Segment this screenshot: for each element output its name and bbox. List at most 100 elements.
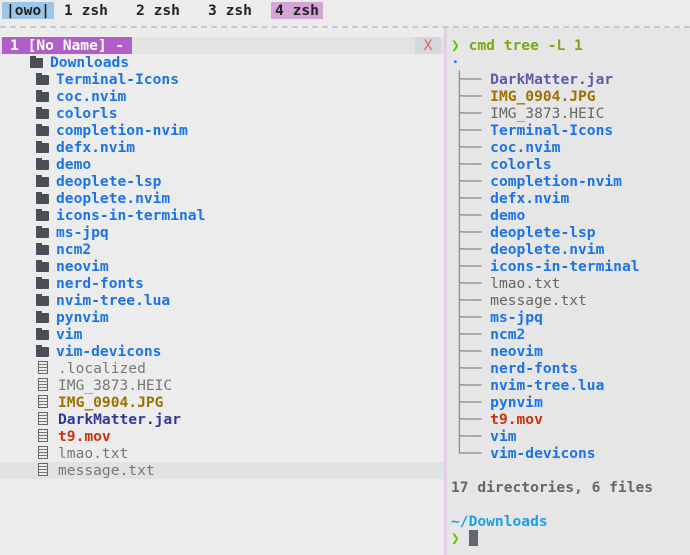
tree-branch: ├──	[455, 139, 491, 156]
tree-branch: ├──	[455, 309, 491, 326]
folder-open-icon	[30, 56, 43, 68]
tree-item[interactable]: t9.mov	[36, 428, 111, 445]
window-tab-3[interactable]: 3 zsh	[204, 2, 256, 19]
file-icon	[38, 446, 48, 459]
folder-icon	[36, 260, 49, 272]
tree-item-label: ms-jpq	[56, 224, 109, 241]
tree-item-label: completion-nvim	[56, 122, 188, 139]
tree-output-line: ├── message.txt	[455, 292, 587, 309]
tree-item-label: .localized	[58, 360, 146, 377]
nvim-tree-pane: 1 [No Name] - X Downloads Terminal-Icons…	[0, 28, 444, 555]
tree-branch: ├──	[455, 190, 491, 207]
tree-item-label: message.txt	[58, 462, 155, 479]
tree-output-name: pynvim	[490, 394, 543, 411]
tree-item-label: vim	[56, 326, 83, 343]
tree-output-name: deoplete-lsp	[490, 224, 596, 241]
tree-item[interactable]: demo	[36, 156, 91, 173]
folder-icon	[36, 328, 49, 340]
tree-item[interactable]: .localized	[36, 360, 146, 377]
session-tab[interactable]: |owo|	[2, 2, 54, 19]
tree-item-label: defx.nvim	[56, 139, 136, 156]
tree-branch: ├──	[455, 275, 491, 292]
file-icon	[38, 361, 48, 374]
tree-output-line: ├── IMG_3873.HEIC	[455, 105, 604, 122]
tree-item-label: Terminal-Icons	[56, 71, 180, 88]
folder-icon	[36, 294, 49, 306]
folder-icon	[36, 192, 49, 204]
tree-item-label: pynvim	[56, 309, 109, 326]
tree-item[interactable]: message.txt	[0, 462, 444, 479]
tree-branch: ├──	[455, 241, 491, 258]
window-tab-2[interactable]: 2 zsh	[132, 2, 184, 19]
folder-icon	[36, 141, 49, 153]
window-tab-4[interactable]: 4 zsh	[271, 2, 323, 19]
tree-item-label: IMG_0904.JPG	[58, 394, 164, 411]
tree-output-name: ms-jpq	[490, 309, 543, 326]
close-buffer-button[interactable]: X	[415, 37, 441, 54]
tree-output-name: ncm2	[490, 326, 526, 343]
tree-item-label: colorls	[56, 105, 118, 122]
tree-output-name: vim-devicons	[490, 445, 596, 462]
buffer-tab[interactable]: 1 [No Name] -	[2, 37, 133, 54]
tree-item[interactable]: IMG_3873.HEIC	[36, 377, 172, 394]
tree-branch: ├──	[455, 326, 491, 343]
tree-item[interactable]: ms-jpq	[36, 224, 109, 241]
tree-root[interactable]: Downloads	[30, 54, 129, 71]
tree-item[interactable]: completion-nvim	[36, 122, 188, 139]
tree-item[interactable]: ncm2	[36, 241, 91, 258]
tree-item-label: neovim	[56, 258, 109, 275]
tree-item[interactable]: pynvim	[36, 309, 109, 326]
tree-output-name: nvim-tree.lua	[490, 377, 605, 394]
tree-item[interactable]: lmao.txt	[36, 445, 128, 462]
tree-root-label: Downloads	[50, 54, 130, 71]
tree-branch: ├──	[455, 156, 491, 173]
tree-branch: ├──	[455, 258, 491, 275]
tree-output-line: ├── neovim	[455, 343, 543, 360]
tree-branch: ├──	[455, 207, 491, 224]
prompt-line[interactable]: ❯	[451, 530, 478, 547]
tree-item-label: deoplete-lsp	[56, 173, 162, 190]
terminal-pane: ❯ cmd tree -L 1 . ├── DarkMatter.jar ├── …	[447, 28, 690, 555]
tree-branch: ├──	[455, 122, 491, 139]
prompt-icon: ❯	[451, 530, 460, 547]
tree-item[interactable]: nvim-tree.lua	[36, 292, 170, 309]
window-tab-1[interactable]: 1 zsh	[60, 2, 112, 19]
tree-item[interactable]: colorls	[36, 105, 118, 122]
tree-item[interactable]: vim	[36, 326, 82, 343]
tree-output-name: DarkMatter.jar	[490, 71, 614, 88]
tree-output-line: ├── t9.mov	[455, 411, 543, 428]
tree-item-label: t9.mov	[58, 428, 111, 445]
tree-output-line: ├── coc.nvim	[455, 139, 560, 156]
tree-output-line: ├── icons-in-terminal	[455, 258, 640, 275]
command-text: cmd tree -L 1	[468, 37, 583, 54]
tree-item[interactable]: nerd-fonts	[36, 275, 144, 292]
folder-icon	[36, 277, 49, 289]
folder-icon	[36, 243, 49, 255]
tree-branch: ├──	[455, 377, 491, 394]
tree-item[interactable]: deoplete-lsp	[36, 173, 161, 190]
tree-item[interactable]: neovim	[36, 258, 109, 275]
tree-branch: ├──	[455, 411, 491, 428]
tree-item[interactable]: Terminal-Icons	[36, 71, 179, 88]
tree-branch: ├──	[455, 88, 491, 105]
tree-item[interactable]: defx.nvim	[36, 139, 135, 156]
tree-item[interactable]: IMG_0904.JPG	[36, 394, 163, 411]
tree-output-line: ├── completion-nvim	[455, 173, 622, 190]
tree-item-label: coc.nvim	[56, 88, 127, 105]
folder-icon	[36, 311, 49, 323]
tree-item[interactable]: vim-devicons	[36, 343, 161, 360]
file-icon	[38, 429, 48, 442]
tree-output-line: └── vim-devicons	[455, 445, 596, 462]
tree-item[interactable]: DarkMatter.jar	[36, 411, 181, 428]
tree-output-line: ├── deoplete-lsp	[455, 224, 596, 241]
tree-item[interactable]: icons-in-terminal	[36, 207, 205, 224]
file-icon	[38, 395, 48, 408]
tree-item-label: DarkMatter.jar	[58, 411, 182, 428]
tree-item[interactable]: coc.nvim	[36, 88, 126, 105]
tree-output-line: ├── nerd-fonts	[455, 360, 578, 377]
tree-output-name: message.txt	[490, 292, 587, 309]
tree-item[interactable]: deoplete.nvim	[36, 190, 170, 207]
tree-item-label: vim-devicons	[56, 343, 162, 360]
cwd-path: ~/Downloads	[451, 513, 548, 530]
tree-branch: ├──	[455, 173, 491, 190]
